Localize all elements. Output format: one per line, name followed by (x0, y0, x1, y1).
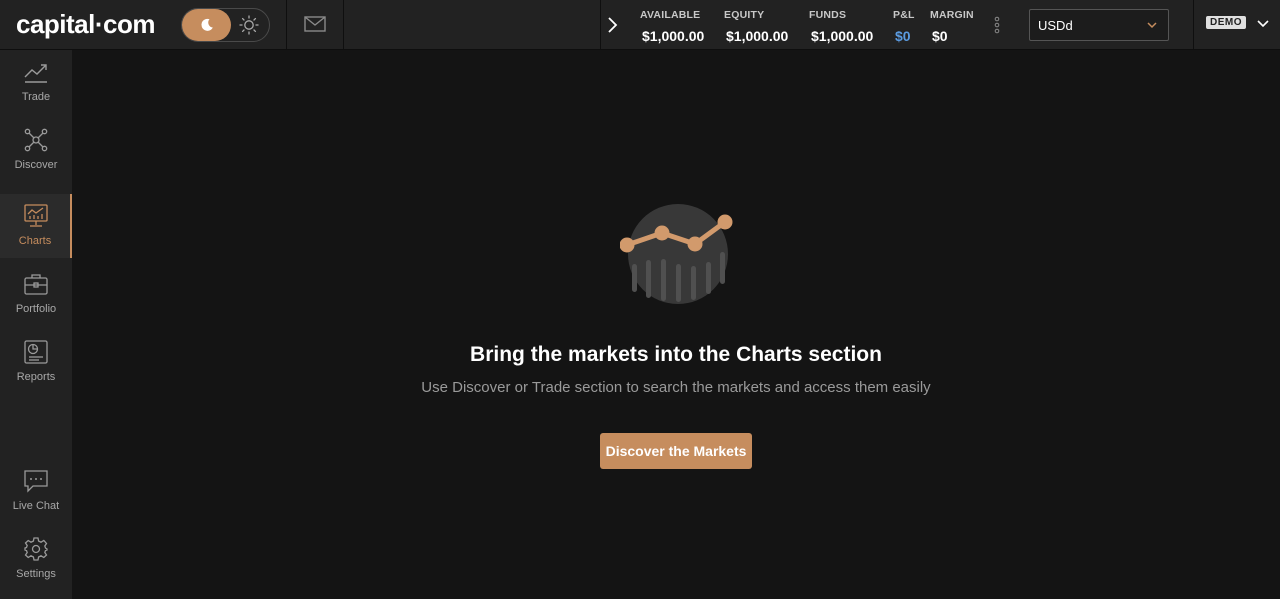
sidebar-item-discover[interactable]: Discover (0, 118, 72, 182)
demo-badge[interactable]: DEMO (1206, 16, 1246, 29)
sidebar-item-label: Settings (16, 568, 56, 580)
report-icon (24, 340, 48, 364)
stat-value: $1,000.00 (726, 28, 789, 44)
charts-empty-state: Bring the markets into the Charts sectio… (72, 50, 1280, 599)
stat-label: AVAILABLE (640, 9, 701, 21)
theme-toggle[interactable] (181, 8, 270, 42)
account-select-value: USDd (1038, 18, 1073, 33)
sidebar-item-trade[interactable]: Trade (0, 50, 72, 114)
sidebar: Trade Discover Charts Portfolio Reports … (0, 50, 72, 599)
sidebar-item-label: Reports (16, 371, 56, 383)
stat-value: $1,000.00 (811, 28, 874, 44)
divider (286, 0, 287, 49)
stat-value: $0 (895, 28, 911, 44)
discover-markets-button[interactable]: Discover the Markets (600, 433, 752, 469)
stat-margin: MARGIN $0 (930, 9, 974, 44)
briefcase-icon (24, 274, 48, 295)
divider (600, 0, 601, 49)
moon-icon (200, 18, 213, 31)
stat-funds: FUNDS $1,000.00 (809, 9, 873, 44)
stat-label: FUNDS (809, 9, 847, 21)
sidebar-item-reports[interactable]: Reports (0, 330, 72, 394)
more-options-icon[interactable] (992, 16, 1002, 34)
divider (343, 0, 344, 49)
sidebar-item-settings[interactable]: Settings (0, 527, 72, 591)
stat-value: $0 (932, 28, 948, 44)
sidebar-item-label: Discover (14, 159, 58, 171)
chart-illustration-icon (620, 204, 733, 304)
chat-icon (24, 470, 48, 493)
chevron-down-icon (1147, 22, 1157, 29)
sidebar-item-label: Portfolio (15, 303, 57, 315)
stat-label: EQUITY (724, 9, 765, 21)
divider (1193, 0, 1194, 49)
chevron-right-icon[interactable] (606, 16, 618, 34)
capital-logo[interactable]: capital·com (16, 9, 156, 40)
stat-label: P&L (893, 9, 915, 21)
chevron-down-icon[interactable] (1256, 19, 1270, 29)
network-icon (24, 128, 48, 152)
account-select[interactable]: USDd (1029, 9, 1169, 41)
sun-icon[interactable] (239, 15, 259, 35)
sidebar-item-live-chat[interactable]: Live Chat (0, 459, 72, 523)
stat-label: MARGIN (930, 9, 974, 21)
sidebar-item-label: Charts (18, 235, 52, 247)
sidebar-item-portfolio[interactable]: Portfolio (0, 262, 72, 326)
gear-icon (24, 537, 48, 561)
top-bar: capital·com AVAILABLE $1,000.00 EQUITY $… (0, 0, 1280, 50)
sidebar-item-charts[interactable]: Charts (0, 194, 72, 258)
stat-value: $1,000.00 (642, 28, 705, 44)
stat-equity: EQUITY $1,000.00 (724, 9, 788, 44)
sidebar-item-label: Live Chat (12, 500, 60, 512)
stat-pnl: P&L $0 (893, 9, 915, 44)
mail-icon[interactable] (304, 15, 326, 33)
stat-available: AVAILABLE $1,000.00 (640, 9, 704, 44)
sidebar-item-label: Trade (21, 91, 51, 103)
chart-monitor-icon (24, 204, 48, 227)
trend-icon (24, 64, 47, 83)
empty-state-subtitle: Use Discover or Trade section to search … (421, 379, 931, 396)
dark-mode-option[interactable] (182, 9, 231, 41)
empty-state-title: Bring the markets into the Charts sectio… (470, 343, 882, 366)
